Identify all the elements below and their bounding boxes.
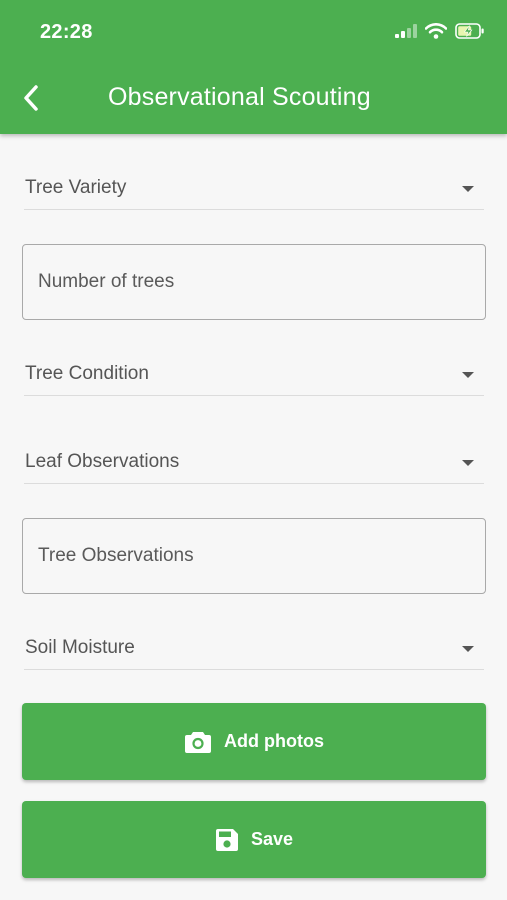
soil-moisture-label: Soil Moisture <box>25 637 135 658</box>
number-of-trees-field[interactable] <box>22 244 486 320</box>
tree-observations-input[interactable] <box>23 519 485 593</box>
chevron-left-icon <box>24 85 38 111</box>
tree-condition-dropdown[interactable]: Tree Condition <box>24 346 484 396</box>
tree-variety-label: Tree Variety <box>25 177 127 198</box>
dropdown-arrow-icon <box>462 646 474 652</box>
signal-icon <box>395 23 417 43</box>
leaf-observations-label: Leaf Observations <box>25 451 180 472</box>
wifi-icon <box>424 22 448 44</box>
add-photos-button[interactable]: Add photos <box>22 703 486 780</box>
floppy-disk-icon <box>215 828 238 851</box>
save-button[interactable]: Save <box>22 801 486 878</box>
status-time: 22:28 <box>40 21 93 43</box>
soil-moisture-dropdown[interactable]: Soil Moisture <box>24 620 484 670</box>
tree-condition-label: Tree Condition <box>25 363 149 384</box>
add-photos-label: Add photos <box>224 731 324 751</box>
leaf-observations-dropdown[interactable]: Leaf Observations <box>24 434 484 484</box>
dropdown-arrow-icon <box>462 460 474 466</box>
app-bar: 22:28 Observational Scouting <box>0 0 507 134</box>
status-icons <box>395 22 485 44</box>
tree-observations-field[interactable] <box>22 518 486 594</box>
page-title: Observational Scouting <box>108 83 371 111</box>
battery-charging-icon <box>455 22 485 44</box>
number-of-trees-input[interactable] <box>23 245 485 319</box>
save-label: Save <box>250 829 294 849</box>
tree-variety-dropdown[interactable]: Tree Variety <box>24 160 484 210</box>
dropdown-arrow-icon <box>462 186 474 192</box>
dropdown-arrow-icon <box>462 372 474 378</box>
back-button[interactable] <box>14 80 48 116</box>
camera-icon <box>185 731 211 753</box>
